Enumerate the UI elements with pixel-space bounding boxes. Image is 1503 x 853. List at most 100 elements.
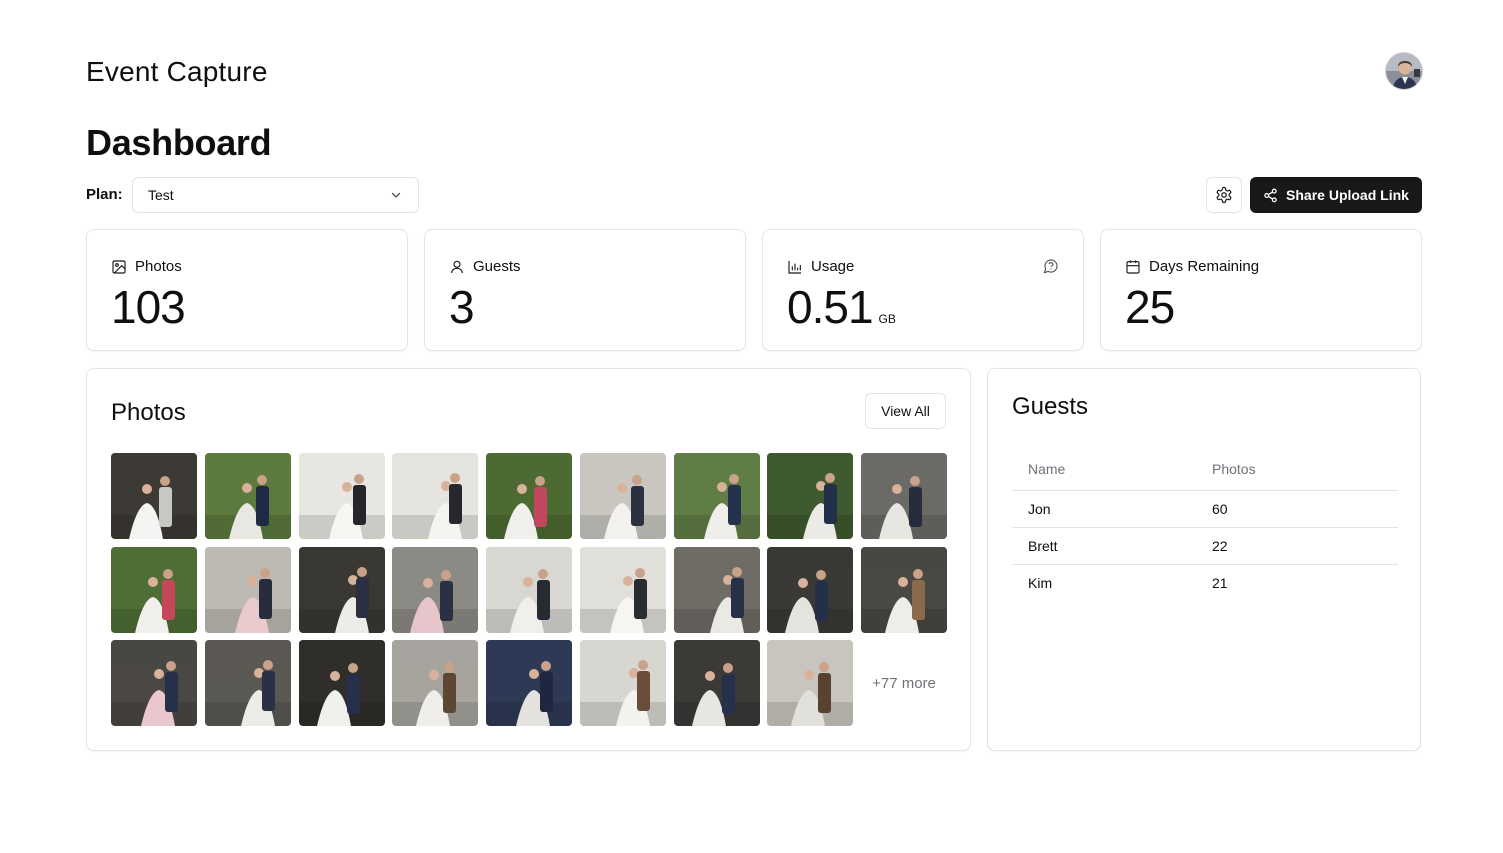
plan-select[interactable]: Test <box>132 177 419 213</box>
guest-photo-count: 60 <box>1196 490 1398 528</box>
avatar-icon <box>1386 53 1422 89</box>
photo-thumbnail[interactable] <box>767 546 854 633</box>
photo-image <box>111 640 197 726</box>
help-icon[interactable] <box>1043 258 1059 274</box>
photo-thumbnail[interactable] <box>579 640 666 726</box>
guests-table-header: Name Photos <box>1012 449 1398 491</box>
user-avatar[interactable] <box>1385 52 1423 90</box>
guest-name: Brett <box>1012 527 1196 565</box>
photo-thumbnail[interactable] <box>673 640 760 726</box>
table-row[interactable]: Kim 21 <box>1012 564 1398 601</box>
photo-thumbnail[interactable] <box>204 546 291 633</box>
stat-label-usage: Usage <box>811 258 855 275</box>
photo-image <box>204 453 291 539</box>
guests-panel-title: Guests <box>1012 393 1089 420</box>
photo-thumbnail[interactable] <box>767 453 854 539</box>
plan-select-value: Test <box>148 187 174 203</box>
photo-image <box>111 546 197 633</box>
photo-image <box>486 453 572 539</box>
photo-thumbnail[interactable] <box>111 453 197 539</box>
photo-image <box>204 640 291 726</box>
share-upload-link-label: Share Upload Link <box>1286 187 1409 203</box>
table-row[interactable]: Brett 22 <box>1012 527 1398 565</box>
photo-image <box>861 546 947 633</box>
page-title: Dashboard <box>86 122 272 163</box>
table-row[interactable]: Jon 60 <box>1012 490 1398 528</box>
share-upload-link-button[interactable]: Share Upload Link <box>1250 177 1422 213</box>
photo-thumbnail[interactable] <box>673 453 760 539</box>
photos-panel: Photos View All +77 more <box>86 368 971 751</box>
photo-image <box>392 453 479 539</box>
stat-value-usage: 0.51 <box>787 281 874 333</box>
bar-chart-icon <box>788 260 801 274</box>
photo-thumbnail[interactable] <box>204 453 291 539</box>
photo-image <box>298 640 385 726</box>
stat-label-guests: Guests <box>473 258 521 275</box>
photo-thumbnail[interactable] <box>111 546 197 633</box>
photo-image <box>579 640 666 726</box>
guests-panel: Guests Name Photos Jon 60 Brett 22 Kim 2… <box>987 368 1421 751</box>
photo-image <box>392 546 479 633</box>
stat-unit-usage: GB <box>878 312 896 326</box>
app-title: Event Capture <box>86 56 268 87</box>
photo-image <box>673 453 760 539</box>
photo-image <box>486 640 572 726</box>
photo-image <box>392 640 479 726</box>
guest-photo-count: 21 <box>1212 574 1228 591</box>
settings-button[interactable] <box>1206 177 1242 213</box>
photo-image <box>579 453 666 539</box>
photo-thumbnail[interactable] <box>392 640 479 726</box>
photo-image <box>486 546 572 633</box>
guest-name: Kim <box>1028 574 1053 591</box>
photo-image <box>204 546 291 633</box>
photo-thumbnail[interactable] <box>298 453 385 539</box>
photo-thumbnail[interactable] <box>579 453 666 539</box>
column-header-name: Name <box>1012 449 1196 491</box>
calendar-icon <box>1126 259 1140 274</box>
gear-icon <box>1216 186 1232 204</box>
photo-grid: +77 more <box>111 453 947 726</box>
stat-label-days-remaining: Days Remaining <box>1149 258 1260 275</box>
photo-thumbnail[interactable] <box>486 546 572 633</box>
photo-thumbnail[interactable] <box>767 640 854 726</box>
photo-thumbnail[interactable] <box>673 546 760 633</box>
photo-image <box>861 453 947 539</box>
column-header-photos: Photos <box>1196 449 1398 491</box>
stat-value-days-remaining: 25 <box>1125 281 1175 333</box>
photo-image <box>767 453 854 539</box>
share-icon <box>1264 188 1277 202</box>
stat-label-photos: Photos <box>135 258 182 275</box>
photo-image <box>579 546 666 633</box>
photos-panel-title: Photos <box>111 399 186 426</box>
guest-name: Jon <box>1012 490 1196 528</box>
photo-image <box>298 546 385 633</box>
photo-thumbnail[interactable] <box>111 640 197 726</box>
photo-thumbnail[interactable] <box>298 546 385 633</box>
photo-thumbnail[interactable] <box>204 640 291 726</box>
chevron-down-icon <box>391 192 401 198</box>
stat-card-days-remaining: Days Remaining 25 <box>1100 229 1422 351</box>
photo-thumbnail[interactable] <box>486 453 572 539</box>
photo-thumbnail[interactable] <box>392 453 479 539</box>
photo-thumbnail[interactable] <box>392 546 479 633</box>
more-photos-link[interactable]: +77 more <box>861 640 947 726</box>
photo-image <box>298 453 385 539</box>
stat-card-photos: Photos 103 <box>86 229 408 351</box>
photo-image <box>767 640 854 726</box>
stat-value-guests: 3 <box>449 281 475 333</box>
photo-image <box>111 453 197 539</box>
user-icon <box>451 260 463 273</box>
guest-photo-count: 22 <box>1196 527 1398 565</box>
photo-image <box>673 640 760 726</box>
view-all-button[interactable]: View All <box>865 393 946 429</box>
photo-thumbnail[interactable] <box>486 640 572 726</box>
photo-thumbnail[interactable] <box>579 546 666 633</box>
guests-table: Name Photos Jon 60 Brett 22 Kim 21 <box>1012 449 1398 601</box>
photo-thumbnail[interactable] <box>861 453 947 539</box>
image-icon <box>112 259 126 274</box>
photo-thumbnail[interactable] <box>298 640 385 726</box>
stat-card-guests: Guests 3 <box>424 229 746 351</box>
stat-card-usage: Usage 0.51 GB <box>762 229 1084 351</box>
photo-image <box>767 546 854 633</box>
photo-thumbnail[interactable] <box>861 546 947 633</box>
